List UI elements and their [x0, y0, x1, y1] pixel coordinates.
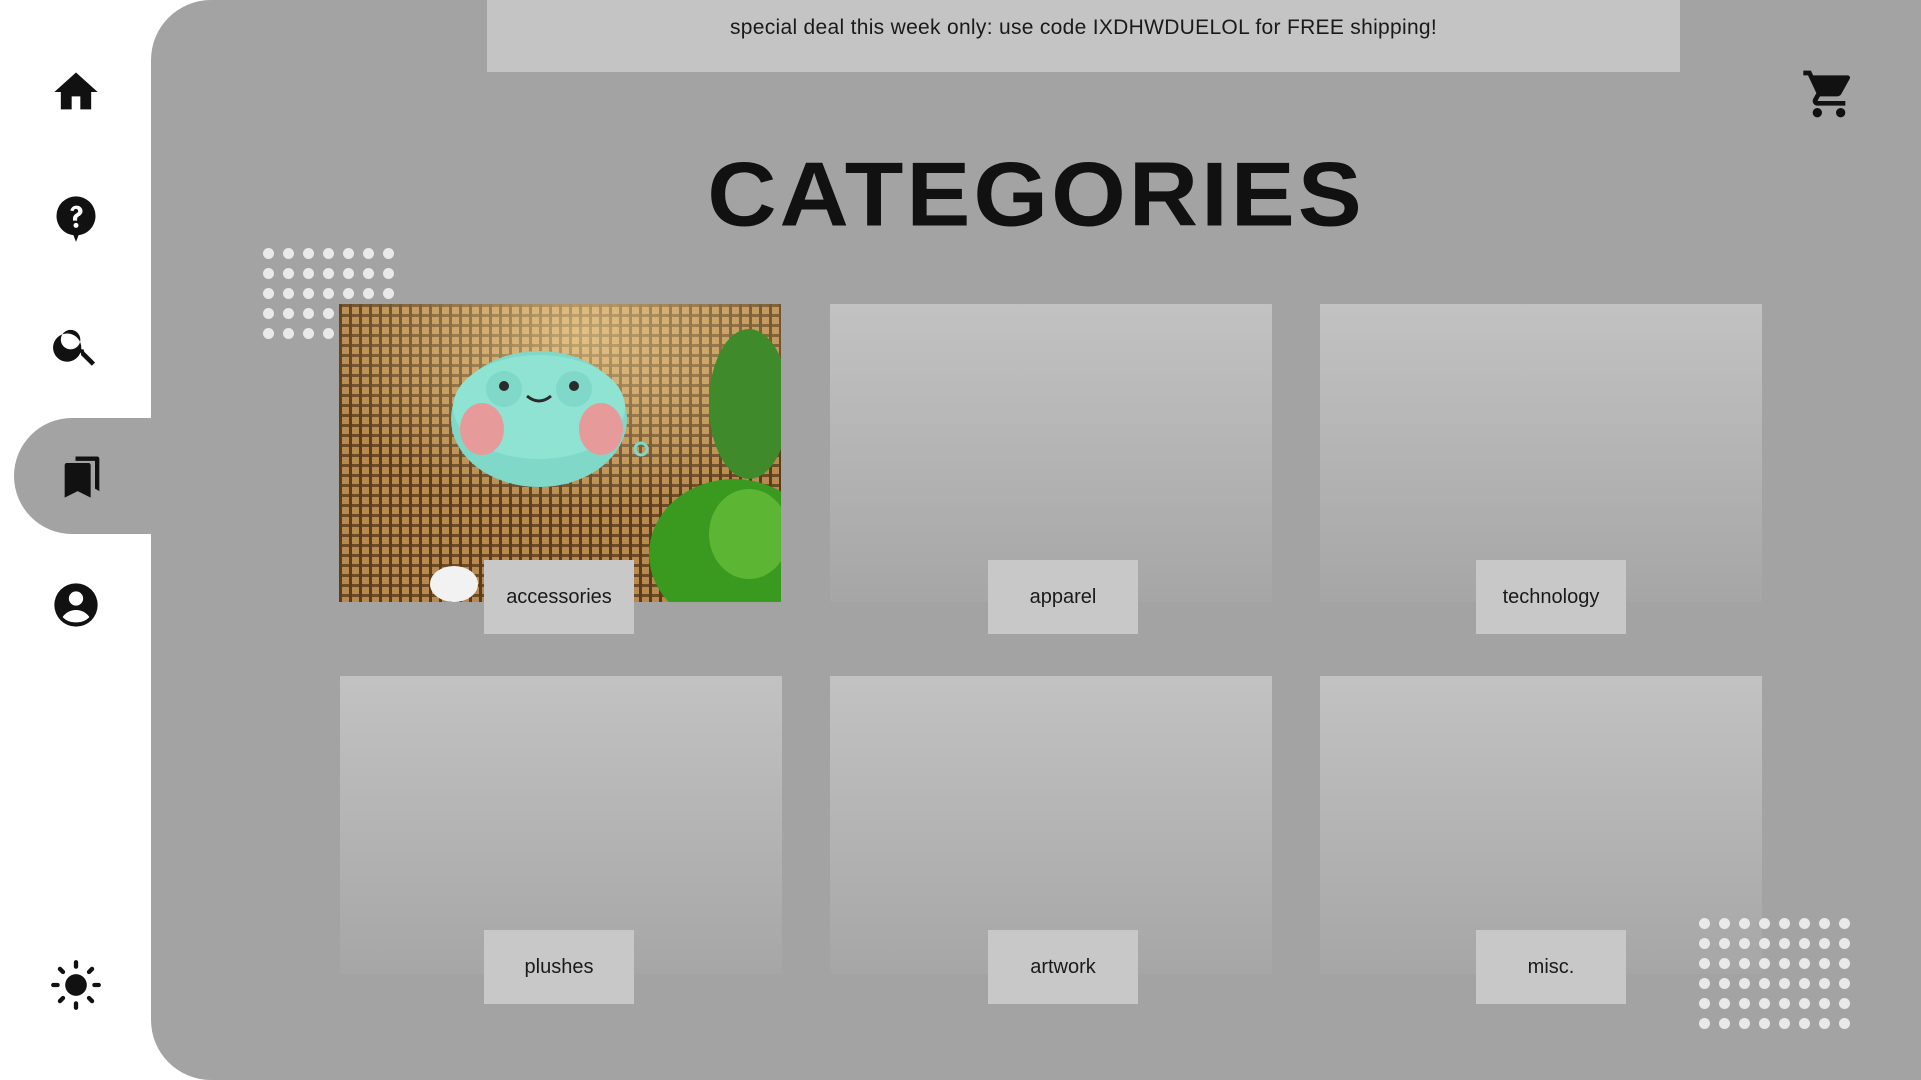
promo-text: special deal this week only: use code IX…	[729, 16, 1438, 39]
cart-button[interactable]	[1801, 66, 1857, 122]
nav-account[interactable]	[0, 565, 151, 645]
nav-home[interactable]	[0, 52, 151, 132]
sun-icon	[50, 960, 101, 1010]
category-label-misc[interactable]: misc.	[1476, 930, 1626, 1004]
nav-help[interactable]	[0, 178, 151, 258]
category-label-apparel[interactable]: apparel	[988, 560, 1138, 634]
home-icon	[53, 72, 98, 110]
category-card-accessories[interactable]	[339, 304, 781, 602]
main-panel: special deal this week only: use code IX…	[151, 0, 1921, 1080]
category-card-apparel[interactable]	[830, 304, 1272, 602]
nav-categories[interactable]	[14, 418, 164, 534]
search-icon	[52, 329, 95, 366]
category-card-technology[interactable]	[1320, 304, 1762, 602]
account-circle-icon	[53, 583, 98, 627]
category-label-artwork[interactable]: artwork	[988, 930, 1138, 1004]
sidebar	[0, 0, 164, 1080]
frog-earbud-case-photo	[339, 304, 781, 602]
category-label-technology[interactable]: technology	[1476, 560, 1626, 634]
category-label-plushes[interactable]: plushes	[484, 930, 634, 1004]
decorative-dots	[1699, 918, 1850, 1029]
cart-icon	[1803, 70, 1851, 118]
nav-search[interactable]	[0, 305, 151, 385]
help-bubble-icon	[56, 196, 95, 242]
theme-toggle-button[interactable]	[0, 945, 151, 1025]
bookmarks-icon	[64, 456, 100, 498]
category-label-accessories[interactable]: accessories	[484, 560, 634, 634]
promo-banner: special deal this week only: use code IX…	[487, 0, 1680, 72]
page-title: CATEGORIES	[707, 143, 1365, 246]
